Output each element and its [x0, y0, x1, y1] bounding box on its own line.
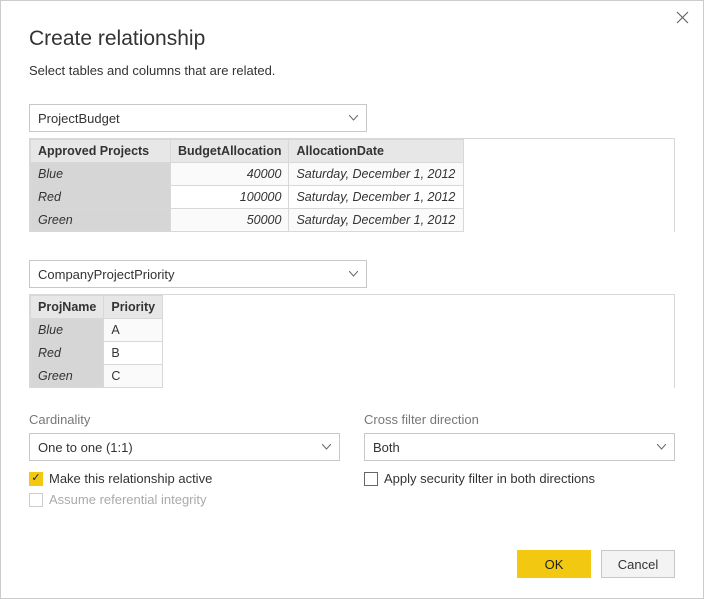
cardinality-select[interactable]: One to one (1:1): [29, 433, 340, 461]
dialog-title: Create relationship: [29, 27, 675, 51]
chevron-down-icon: [349, 271, 358, 277]
crossfilter-label: Cross filter direction: [364, 412, 675, 427]
checkbox-checked-icon: ✓: [29, 472, 43, 486]
table-row[interactable]: Red B: [31, 342, 163, 365]
col-header[interactable]: Approved Projects: [31, 140, 171, 163]
chevron-down-icon: [657, 444, 666, 450]
table1-select-value: ProjectBudget: [38, 111, 120, 126]
checkbox-icon: [29, 493, 43, 507]
active-checkbox-label: Make this relationship active: [49, 471, 212, 486]
table-header-row: Approved Projects BudgetAllocation Alloc…: [31, 140, 464, 163]
table-row[interactable]: Green 50000 Saturday, December 1, 2012: [31, 209, 464, 232]
table1-select[interactable]: ProjectBudget: [29, 104, 367, 132]
cancel-button[interactable]: Cancel: [601, 550, 675, 578]
integrity-checkbox-row: Assume referential integrity: [29, 492, 340, 507]
crossfilter-select[interactable]: Both: [364, 433, 675, 461]
table-row[interactable]: Blue A: [31, 319, 163, 342]
chevron-down-icon: [349, 115, 358, 121]
dialog-footer: OK Cancel: [517, 550, 675, 578]
integrity-checkbox-label: Assume referential integrity: [49, 492, 207, 507]
col-header[interactable]: ProjName: [31, 296, 104, 319]
table1-preview: Approved Projects BudgetAllocation Alloc…: [29, 138, 675, 232]
checkbox-icon: [364, 472, 378, 486]
cardinality-label: Cardinality: [29, 412, 340, 427]
table2-select-value: CompanyProjectPriority: [38, 267, 175, 282]
security-checkbox-row[interactable]: Apply security filter in both directions: [364, 471, 675, 486]
table2-select[interactable]: CompanyProjectPriority: [29, 260, 367, 288]
close-icon[interactable]: [676, 11, 689, 24]
table-row[interactable]: Red 100000 Saturday, December 1, 2012: [31, 186, 464, 209]
crossfilter-value: Both: [373, 440, 400, 455]
col-header[interactable]: Priority: [104, 296, 163, 319]
dialog-subtitle: Select tables and columns that are relat…: [29, 63, 675, 78]
ok-button[interactable]: OK: [517, 550, 591, 578]
table-row[interactable]: Green C: [31, 365, 163, 388]
security-checkbox-label: Apply security filter in both directions: [384, 471, 595, 486]
active-checkbox-row[interactable]: ✓ Make this relationship active: [29, 471, 340, 486]
table-row[interactable]: Blue 40000 Saturday, December 1, 2012: [31, 163, 464, 186]
table2-preview: ProjName Priority Blue A Red B Green C: [29, 294, 675, 388]
cardinality-value: One to one (1:1): [38, 440, 133, 455]
table-header-row: ProjName Priority: [31, 296, 163, 319]
col-header[interactable]: BudgetAllocation: [171, 140, 289, 163]
col-header[interactable]: AllocationDate: [289, 140, 464, 163]
chevron-down-icon: [322, 444, 331, 450]
create-relationship-dialog: Create relationship Select tables and co…: [0, 0, 704, 599]
